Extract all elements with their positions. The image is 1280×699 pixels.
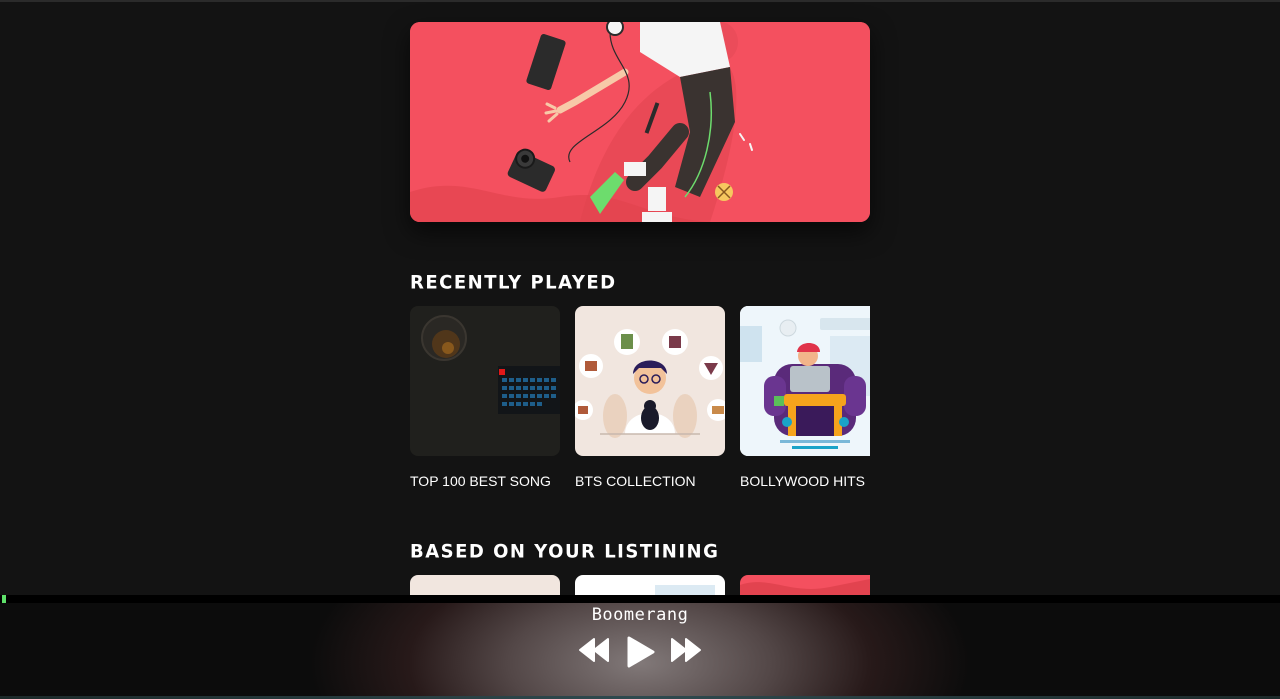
recommended-thumbnail [740,575,870,595]
playlist-card-bts[interactable]: BTS COLLECTION [575,306,725,489]
progress-bar[interactable] [0,595,1280,603]
recommended-card[interactable] [575,575,725,595]
now-playing-title: Boomerang [591,605,689,625]
hero-illustration [410,22,870,222]
fast-forward-icon [671,638,701,662]
playlist-title: BOLLYWOOD HITS [740,473,865,489]
previous-button[interactable] [578,637,610,663]
section-title-based-on-listening: BASED ON YOUR LISTINING [410,540,720,563]
recommended-thumbnail [410,575,560,595]
recommended-thumbnail [575,575,725,595]
playlist-title: TOP 100 BEST SONG [410,473,551,489]
player-bar: Boomerang [0,603,1280,699]
next-button[interactable] [670,637,702,663]
based-on-listening-row [410,575,870,595]
playlist-thumbnail [740,306,870,456]
playlist-title: BTS COLLECTION [575,473,696,489]
progress-bar-fill [2,595,6,603]
recommended-card[interactable] [740,575,870,595]
rewind-icon [579,638,609,662]
playlist-card-top-100[interactable]: TOP 100 BEST SONG [410,306,560,489]
playlist-card-bollywood[interactable]: BOLLYWOOD HITS [740,306,870,489]
playlist-thumbnail [575,306,725,456]
recommended-card[interactable] [410,575,560,595]
hero-banner[interactable] [410,22,870,222]
play-button[interactable] [626,636,656,668]
play-icon [627,636,655,668]
recently-played-row: TOP 100 BEST SONG BTS COLLECTION BOLLYWO… [410,306,870,496]
section-title-recently-played: RECENTLY PLAYED [410,271,617,294]
top-border [0,0,1280,2]
playlist-thumbnail [410,306,560,456]
